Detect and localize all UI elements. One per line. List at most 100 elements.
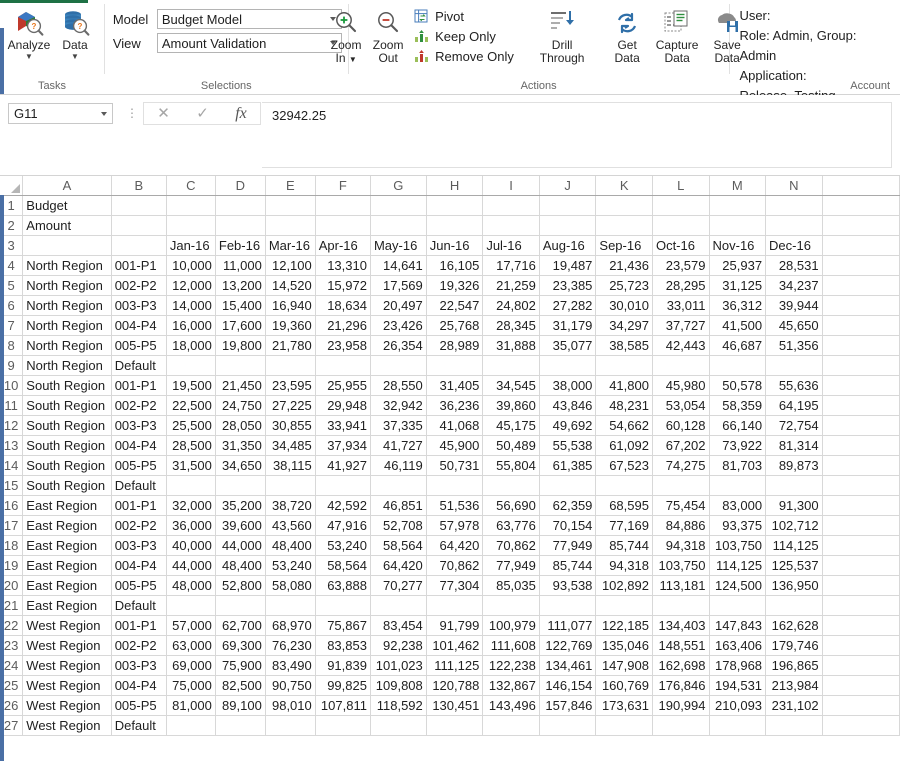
cell-A15[interactable]: South Region: [22, 475, 112, 496]
cell-F12[interactable]: 33,941: [315, 415, 371, 436]
cell-N6[interactable]: 39,944: [765, 295, 823, 316]
cell-M27[interactable]: [709, 715, 767, 736]
grip-icon[interactable]: ⋮: [126, 106, 138, 120]
cell-F17[interactable]: 47,916: [315, 515, 371, 536]
cell-D3[interactable]: Feb-16: [215, 235, 266, 256]
cell-I25[interactable]: 132,867: [482, 675, 540, 696]
cell-C14[interactable]: 31,500: [166, 455, 216, 476]
cell-B10[interactable]: 001-P1: [111, 375, 167, 396]
cell-A11[interactable]: South Region: [22, 395, 112, 416]
cell-E24[interactable]: 83,490: [265, 655, 316, 676]
cell-M11[interactable]: 58,359: [709, 395, 767, 416]
column-header-A[interactable]: A: [22, 176, 112, 196]
cell-N11[interactable]: 64,195: [765, 395, 823, 416]
cell-N14[interactable]: 89,873: [765, 455, 823, 476]
cell-F7[interactable]: 21,296: [315, 315, 371, 336]
cell-G12[interactable]: 37,335: [370, 415, 427, 436]
cell-N7[interactable]: 45,650: [765, 315, 823, 336]
cell-J6[interactable]: 27,282: [539, 295, 597, 316]
cell-A21[interactable]: East Region: [22, 595, 112, 616]
column-header-G[interactable]: G: [370, 176, 427, 196]
cell-E17[interactable]: 43,560: [265, 515, 316, 536]
cell-B26[interactable]: 005-P5: [111, 695, 167, 716]
cell-A24[interactable]: West Region: [22, 655, 112, 676]
cell-I11[interactable]: 39,860: [482, 395, 540, 416]
column-header-C[interactable]: C: [166, 176, 216, 196]
cell-I23[interactable]: 111,608: [482, 635, 540, 656]
cell-E15[interactable]: [265, 475, 316, 496]
cell-H27[interactable]: [426, 715, 484, 736]
cell-D26[interactable]: 89,100: [215, 695, 266, 716]
cell-I20[interactable]: 85,035: [482, 575, 540, 596]
cell-A10[interactable]: South Region: [22, 375, 112, 396]
cell-D5[interactable]: 13,200: [215, 275, 266, 296]
cell-K8[interactable]: 38,585: [595, 335, 653, 356]
cell-filler[interactable]: [822, 415, 900, 436]
cell-C2[interactable]: [166, 215, 216, 236]
cell-K26[interactable]: 173,631: [595, 695, 653, 716]
cell-L6[interactable]: 33,011: [652, 295, 710, 316]
cell-J15[interactable]: [539, 475, 597, 496]
cell-N8[interactable]: 51,356: [765, 335, 823, 356]
cell-B1[interactable]: [111, 195, 167, 216]
cell-B16[interactable]: 001-P1: [111, 495, 167, 516]
cell-J11[interactable]: 43,846: [539, 395, 597, 416]
cell-J21[interactable]: [539, 595, 597, 616]
cell-I5[interactable]: 21,259: [482, 275, 540, 296]
cell-C9[interactable]: [166, 355, 216, 376]
cell-I1[interactable]: [482, 195, 540, 216]
cell-G9[interactable]: [370, 355, 427, 376]
cell-G14[interactable]: 46,119: [370, 455, 427, 476]
cell-D11[interactable]: 24,750: [215, 395, 266, 416]
cell-K10[interactable]: 41,800: [595, 375, 653, 396]
cell-F13[interactable]: 37,934: [315, 435, 371, 456]
cell-filler[interactable]: [822, 695, 900, 716]
cell-K20[interactable]: 102,892: [595, 575, 653, 596]
cell-J23[interactable]: 122,769: [539, 635, 597, 656]
cell-B8[interactable]: 005-P5: [111, 335, 167, 356]
cell-H23[interactable]: 101,462: [426, 635, 484, 656]
spreadsheet-grid[interactable]: ABCDEFGHIJKLMN 1 Budget 2 Amount 3 Jan-16 Feb-…: [0, 176, 900, 761]
cell-F15[interactable]: [315, 475, 371, 496]
cell-J3[interactable]: Aug-16: [539, 235, 597, 256]
cell-I18[interactable]: 70,862: [482, 535, 540, 556]
cell-A19[interactable]: East Region: [22, 555, 112, 576]
cell-C7[interactable]: 16,000: [166, 315, 216, 336]
cell-F9[interactable]: [315, 355, 371, 376]
cell-B18[interactable]: 003-P3: [111, 535, 167, 556]
view-select[interactable]: Amount Validation: [156, 33, 342, 53]
cell-E18[interactable]: 48,400: [265, 535, 316, 556]
cell-J22[interactable]: 111,077: [539, 615, 597, 636]
cell-C25[interactable]: 75,000: [166, 675, 216, 696]
cell-K13[interactable]: 61,092: [595, 435, 653, 456]
cell-L8[interactable]: 42,443: [652, 335, 710, 356]
cell-A14[interactable]: South Region: [22, 455, 112, 476]
cell-J24[interactable]: 134,461: [539, 655, 597, 676]
cell-G10[interactable]: 28,550: [370, 375, 427, 396]
cell-N3[interactable]: Dec-16: [765, 235, 823, 256]
cell-N10[interactable]: 55,636: [765, 375, 823, 396]
cell-A7[interactable]: North Region: [22, 315, 112, 336]
cell-M22[interactable]: 147,843: [709, 615, 767, 636]
cell-F11[interactable]: 29,948: [315, 395, 371, 416]
cell-M5[interactable]: 31,125: [709, 275, 767, 296]
cell-K21[interactable]: [595, 595, 653, 616]
cell-C13[interactable]: 28,500: [166, 435, 216, 456]
cell-L20[interactable]: 113,181: [652, 575, 710, 596]
cell-C20[interactable]: 48,000: [166, 575, 216, 596]
cell-L9[interactable]: [652, 355, 710, 376]
cell-filler[interactable]: [822, 395, 900, 416]
cell-A23[interactable]: West Region: [22, 635, 112, 656]
cell-I24[interactable]: 122,238: [482, 655, 540, 676]
cell-A8[interactable]: North Region: [22, 335, 112, 356]
cell-F14[interactable]: 41,927: [315, 455, 371, 476]
cell-L10[interactable]: 45,980: [652, 375, 710, 396]
cell-D18[interactable]: 44,000: [215, 535, 266, 556]
cell-E16[interactable]: 38,720: [265, 495, 316, 516]
cell-M3[interactable]: Nov-16: [709, 235, 767, 256]
cell-F26[interactable]: 107,811: [315, 695, 371, 716]
cell-I16[interactable]: 56,690: [482, 495, 540, 516]
cell-D25[interactable]: 82,500: [215, 675, 266, 696]
cell-J27[interactable]: [539, 715, 597, 736]
cell-N12[interactable]: 72,754: [765, 415, 823, 436]
